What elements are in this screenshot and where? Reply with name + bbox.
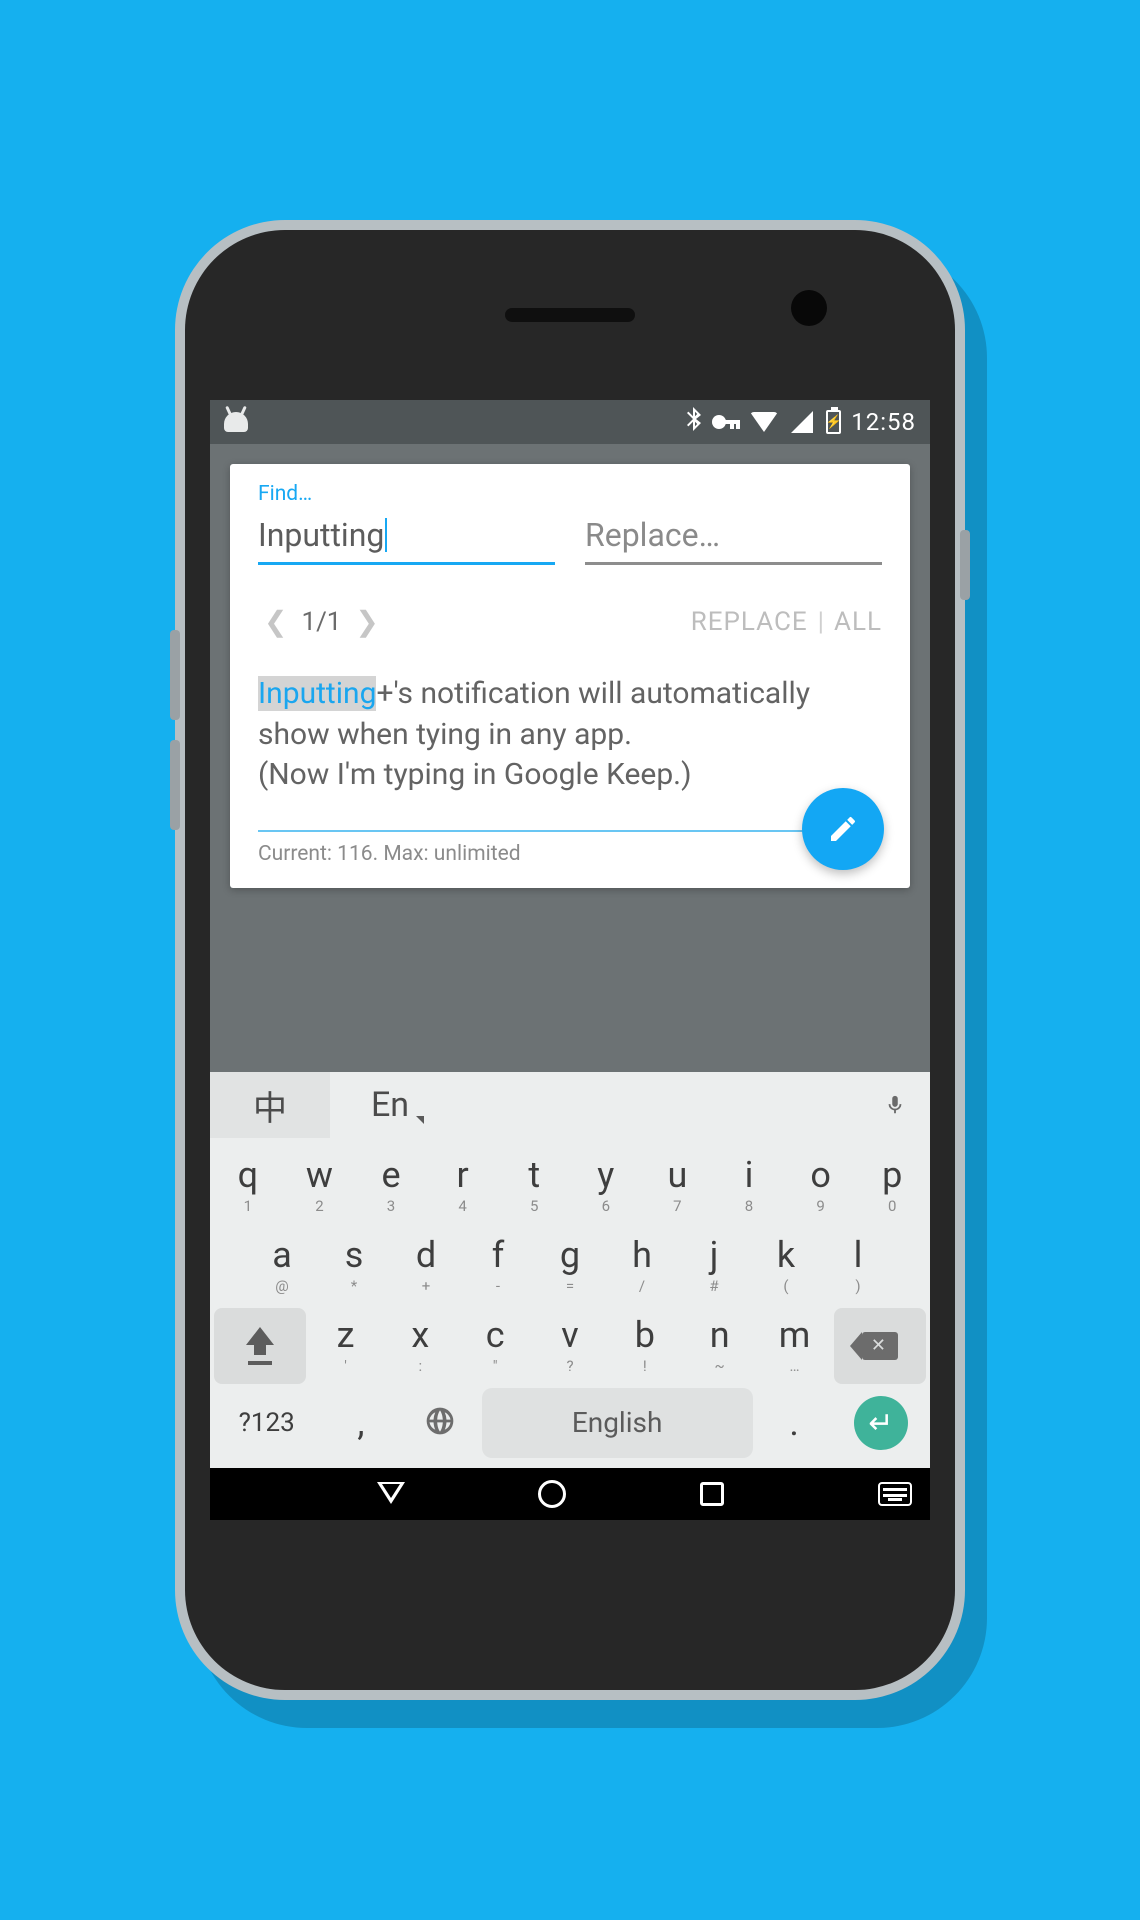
shift-key[interactable] bbox=[214, 1308, 306, 1384]
key-s[interactable]: s* bbox=[320, 1228, 388, 1304]
language-switch-key[interactable] bbox=[403, 1388, 478, 1458]
editor-underline bbox=[258, 830, 882, 832]
key-f[interactable]: f- bbox=[464, 1228, 532, 1304]
divider: | bbox=[808, 607, 834, 637]
hide-keyboard-button[interactable] bbox=[878, 1482, 912, 1506]
key-h[interactable]: h/ bbox=[608, 1228, 676, 1304]
wifi-icon bbox=[750, 412, 778, 432]
bluetooth-icon bbox=[686, 407, 702, 437]
shift-icon bbox=[246, 1327, 274, 1345]
key-b[interactable]: b! bbox=[609, 1308, 680, 1384]
edit-fab[interactable] bbox=[802, 788, 884, 870]
key-q[interactable]: q1 bbox=[214, 1148, 282, 1224]
period-key[interactable]: . bbox=[757, 1388, 832, 1458]
keyboard-lang-en[interactable]: En bbox=[330, 1072, 450, 1138]
body-text-line2: (Now I'm typing in Google Keep.) bbox=[258, 757, 692, 792]
key-k[interactable]: k( bbox=[752, 1228, 820, 1304]
backspace-key[interactable] bbox=[834, 1308, 926, 1384]
space-key[interactable]: English bbox=[482, 1388, 753, 1458]
key-w[interactable]: w2 bbox=[286, 1148, 354, 1224]
system-nav-bar bbox=[210, 1468, 930, 1520]
enter-icon: ↵ bbox=[868, 1406, 893, 1441]
key-z[interactable]: z' bbox=[310, 1308, 381, 1384]
back-button[interactable] bbox=[379, 1482, 403, 1506]
pencil-icon bbox=[827, 813, 859, 845]
key-p[interactable]: p0 bbox=[858, 1148, 926, 1224]
key-v[interactable]: v? bbox=[535, 1308, 606, 1384]
key-j[interactable]: j# bbox=[680, 1228, 748, 1304]
signal-icon bbox=[791, 411, 813, 433]
phone-speaker bbox=[505, 308, 635, 322]
replace-placeholder: Replace… bbox=[585, 516, 720, 554]
find-replace-card: Find… Inputting Replace… ❮ 1/1 ❯ REPLACE… bbox=[230, 464, 910, 888]
backspace-icon bbox=[862, 1332, 898, 1360]
key-g[interactable]: g= bbox=[536, 1228, 604, 1304]
symbols-key[interactable]: ?123 bbox=[214, 1388, 319, 1458]
keyboard-lang-cn[interactable]: 中 bbox=[210, 1072, 330, 1138]
globe-icon bbox=[424, 1405, 456, 1442]
replace-all-button[interactable]: ALL bbox=[834, 607, 882, 637]
key-a[interactable]: a@ bbox=[248, 1228, 316, 1304]
phone-camera bbox=[791, 290, 827, 326]
key-m[interactable]: m… bbox=[759, 1308, 830, 1384]
comma-key[interactable]: , bbox=[323, 1388, 398, 1458]
find-input[interactable]: Inputting bbox=[258, 510, 555, 565]
status-bar: ⚡ 12:58 bbox=[210, 400, 930, 444]
battery-icon: ⚡ bbox=[826, 410, 841, 434]
key-r[interactable]: r4 bbox=[429, 1148, 497, 1224]
key-e[interactable]: e3 bbox=[357, 1148, 425, 1224]
key-u[interactable]: u7 bbox=[644, 1148, 712, 1224]
key-x[interactable]: x: bbox=[385, 1308, 456, 1384]
key-y[interactable]: y6 bbox=[572, 1148, 640, 1224]
prev-match-button[interactable]: ❮ bbox=[258, 605, 293, 638]
key-t[interactable]: t5 bbox=[500, 1148, 568, 1224]
find-label: Find… bbox=[258, 482, 882, 506]
find-input-value: Inputting bbox=[258, 516, 384, 554]
enter-key[interactable]: ↵ bbox=[836, 1388, 926, 1458]
next-match-button[interactable]: ❯ bbox=[349, 605, 384, 638]
screen: ⚡ 12:58 Find… Inputting Replace… ❮ 1/1 bbox=[210, 400, 930, 1520]
voice-input-button[interactable] bbox=[860, 1072, 930, 1138]
key-d[interactable]: d+ bbox=[392, 1228, 460, 1304]
recent-apps-button[interactable] bbox=[700, 1482, 724, 1506]
phone-frame: ⚡ 12:58 Find… Inputting Replace… ❮ 1/1 bbox=[175, 220, 965, 1700]
editor-text[interactable]: Inputting+'s notification will automatic… bbox=[258, 674, 882, 796]
side-button bbox=[960, 530, 970, 600]
char-count-status: Current: 116. Max: unlimited bbox=[258, 842, 882, 866]
clock-text: 12:58 bbox=[851, 408, 916, 436]
vpn-key-icon bbox=[712, 415, 740, 429]
soft-keyboard: 中 En q1w2e3r4t5y6u7i8o9p0 a@s*d+f-g=h/j#… bbox=[210, 1072, 930, 1468]
key-i[interactable]: i8 bbox=[715, 1148, 783, 1224]
replace-input[interactable]: Replace… bbox=[585, 510, 882, 565]
key-c[interactable]: c" bbox=[460, 1308, 531, 1384]
android-icon bbox=[224, 412, 248, 432]
side-button bbox=[170, 630, 180, 720]
side-button bbox=[170, 740, 180, 830]
home-button[interactable] bbox=[538, 1480, 566, 1508]
replace-button[interactable]: REPLACE bbox=[691, 607, 808, 637]
key-o[interactable]: o9 bbox=[787, 1148, 855, 1224]
dropdown-indicator-icon bbox=[416, 1116, 424, 1124]
key-l[interactable]: l) bbox=[824, 1228, 892, 1304]
highlighted-match: Inputting bbox=[258, 676, 376, 711]
key-n[interactable]: n~ bbox=[684, 1308, 755, 1384]
match-counter: 1/1 bbox=[293, 607, 349, 637]
text-cursor bbox=[385, 518, 387, 552]
